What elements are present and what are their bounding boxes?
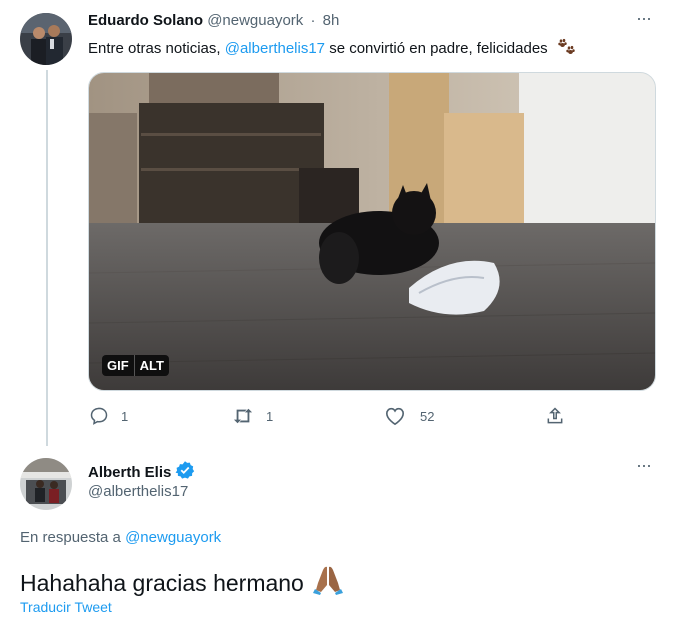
tweet1-text: Entre otras noticias, @alberthelis17 se …: [88, 38, 576, 60]
reply-icon[interactable]: [89, 406, 109, 426]
retweet-count: 1: [266, 408, 274, 424]
tweet2-text: Hahahaha gracias hermano: [20, 565, 344, 601]
reply-context: En respuesta a @newguayork: [20, 529, 221, 546]
reply-action[interactable]: 1: [89, 404, 128, 428]
more-options-icon[interactable]: ···: [636, 8, 652, 29]
author-name[interactable]: Eduardo Solano: [88, 12, 203, 29]
alt-badge[interactable]: ALT: [133, 355, 169, 376]
verified-badge-icon: [175, 460, 195, 484]
tweet1-header: Eduardo Solano @newguayork · 8h: [88, 12, 339, 29]
tweet-text-before: Entre otras noticias,: [88, 40, 225, 57]
retweet-icon[interactable]: [232, 406, 254, 426]
heart-icon[interactable]: [384, 406, 406, 426]
gif-badge: GIF: [107, 358, 129, 373]
separator-dot: ·: [310, 12, 316, 29]
tweet-text-after: se convirtió en padre, felicidades: [325, 40, 548, 57]
share-action[interactable]: [545, 404, 565, 428]
author-name[interactable]: Alberth Elis: [88, 464, 171, 481]
avatar-eduardo[interactable]: [20, 13, 72, 65]
translate-tweet-link[interactable]: Traducir Tweet: [20, 599, 112, 615]
like-count: 52: [420, 408, 435, 424]
reply-mention-link[interactable]: @newguayork: [125, 529, 221, 546]
tweet-eduardo[interactable]: Eduardo Solano @newguayork · 8h ··· Entr…: [0, 0, 677, 446]
gif-media[interactable]: [88, 72, 656, 391]
author-handle[interactable]: @alberthelis17: [88, 483, 188, 500]
mention-link[interactable]: @alberthelis17: [225, 40, 325, 57]
tweet2-author[interactable]: Alberth Elis: [88, 460, 195, 484]
tweet-time[interactable]: 8h: [323, 12, 340, 29]
share-icon[interactable]: [545, 406, 565, 426]
folded-hands-icon: [312, 565, 344, 601]
paw-prints-icon: [556, 38, 576, 60]
tweet-text: Hahahaha gracias hermano: [20, 569, 304, 596]
like-action[interactable]: 52: [384, 404, 434, 428]
more-options-icon[interactable]: ···: [636, 455, 652, 476]
media-badges: GIF ALT: [102, 355, 169, 376]
reply-count: 1: [121, 408, 129, 424]
avatar-alberth[interactable]: [20, 458, 72, 510]
reply-prefix: En respuesta a: [20, 529, 121, 546]
retweet-action[interactable]: 1: [232, 404, 273, 428]
author-handle[interactable]: @newguayork: [207, 12, 303, 29]
